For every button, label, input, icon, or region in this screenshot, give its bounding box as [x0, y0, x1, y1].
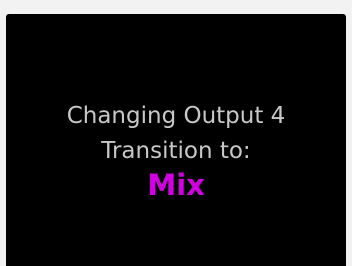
device-frame: Changing Output 4 Transition to: Mix: [0, 0, 352, 266]
display-screen: Changing Output 4 Transition to: Mix: [6, 14, 346, 266]
status-line-transition-label: Transition to:: [101, 138, 251, 164]
status-line-output: Changing Output 4: [66, 103, 286, 129]
transition-type-value: Mix: [147, 168, 205, 202]
transition-message: Changing Output 4 Transition to: Mix: [6, 99, 346, 203]
